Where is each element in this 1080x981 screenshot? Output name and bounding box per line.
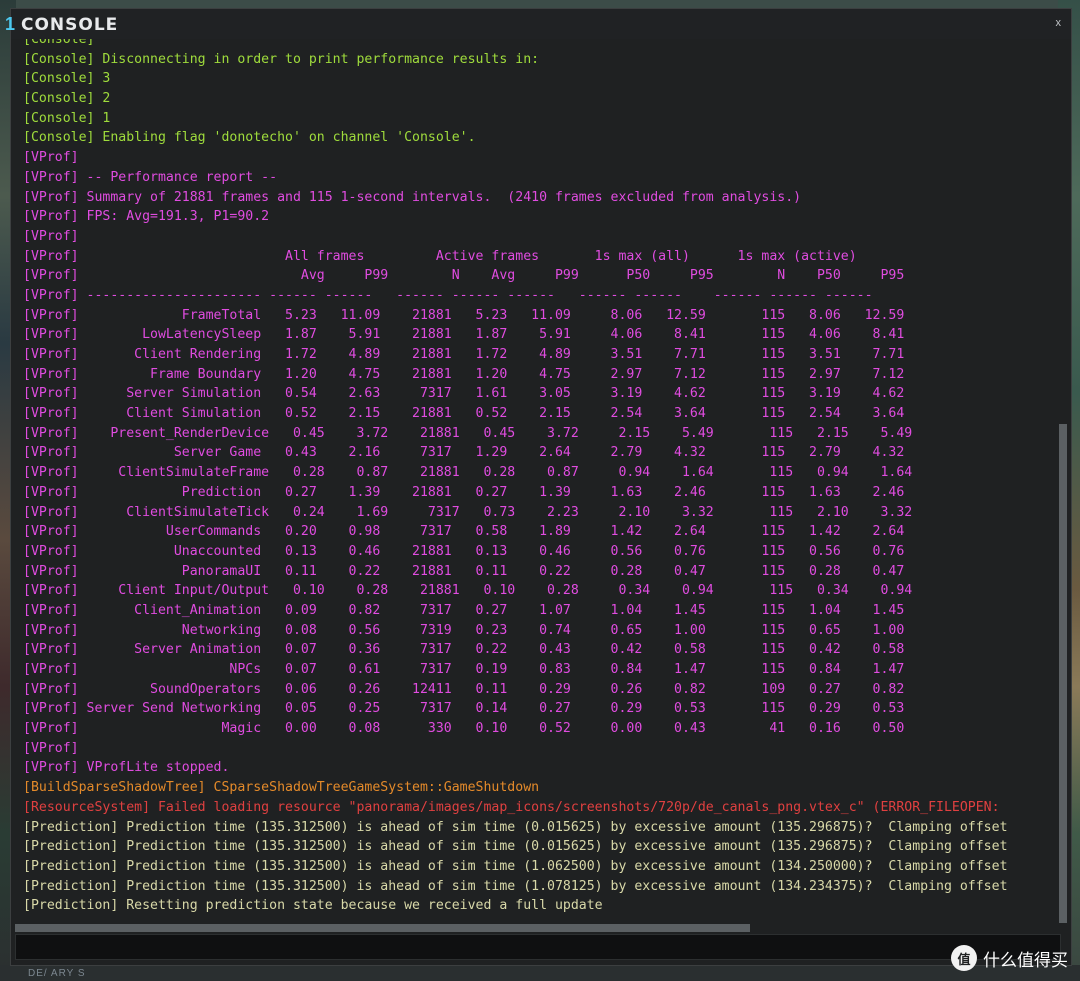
log-line-vprof: [VProf] <box>23 150 79 166</box>
log-line-vprof: [VProf] Avg P99 N Avg P99 P50 P95 N P50 … <box>23 268 905 284</box>
log-line-vprof: [VProf] All frames Active frames 1s max … <box>23 248 857 264</box>
log-line-vprof: [VProf] UserCommands 0.20 0.98 7317 0.58… <box>23 524 905 540</box>
console-log[interactable]: [Console] [Console] Disconnecting in orde… <box>23 39 1057 923</box>
console-titlebar[interactable]: 1 CONSOLE x <box>5 9 1071 39</box>
console-title: CONSOLE <box>21 15 119 35</box>
log-line-vprof: [VProf] <box>23 228 79 244</box>
log-line-vprof: [VProf] Client Simulation 0.52 2.15 2188… <box>23 406 905 422</box>
log-line-pred: [Prediction] Prediction time (135.312500… <box>23 878 1008 894</box>
log-line-build: [BuildSparseShadowTree] CSparseShadowTre… <box>23 780 540 796</box>
log-line-vprof: [VProf] Server Simulation 0.54 2.63 7317… <box>23 386 905 402</box>
log-line-vprof: [VProf] Client_Animation 0.09 0.82 7317 … <box>23 602 905 618</box>
log-line-vprof: [VProf] ClientSimulateFrame 0.28 0.87 21… <box>23 465 913 481</box>
log-line-vprof: [VProf] VProfLite stopped. <box>23 760 230 776</box>
watermark-text: 什么值得买 <box>983 950 1068 971</box>
log-line-vprof: [VProf] Client Input/Output 0.10 0.28 21… <box>23 583 913 599</box>
log-line-vprof: [VProf] FrameTotal 5.23 11.09 21881 5.23… <box>23 307 905 323</box>
log-line-vprof: [VProf] ---------------------- ------ --… <box>23 287 873 303</box>
log-line-vprof: [VProf] Prediction 0.27 1.39 21881 0.27 … <box>23 484 905 500</box>
horizontal-scrollbar[interactable] <box>15 924 1061 932</box>
log-line-console: [Console] <box>23 39 95 47</box>
console-window: 1 CONSOLE x [Console] [Console] Disconnec… <box>5 8 1072 966</box>
log-line-vprof: [VProf] NPCs 0.07 0.61 7317 0.19 0.83 0.… <box>23 662 905 677</box>
log-line-vprof: [VProf] Client Rendering 1.72 4.89 21881… <box>23 347 905 362</box>
watermark: 值 什么值得买 <box>951 945 1068 971</box>
log-line-vprof: [VProf] Unaccounted 0.13 0.46 21881 0.13… <box>23 543 905 559</box>
log-line-vprof: [VProf] Server Animation 0.07 0.36 7317 … <box>23 642 905 658</box>
log-line-pred: [Prediction] Resetting prediction state … <box>23 898 603 914</box>
log-line-vprof: [VProf] LowLatencySleep 1.87 5.91 21881 … <box>23 327 905 343</box>
horizontal-scrollbar-thumb[interactable] <box>15 924 750 932</box>
background-bottom-text: DE/ ARY S <box>28 968 86 979</box>
log-line-vprof: [VProf] Server Game 0.43 2.16 7317 1.29 … <box>23 445 905 461</box>
log-line-vprof: [VProf] ClientSimulateTick 0.24 1.69 731… <box>23 504 913 520</box>
log-line-vprof: [VProf] Server Send Networking 0.05 0.25… <box>23 701 905 717</box>
log-line-vprof: [VProf] Frame Boundary 1.20 4.75 21881 1… <box>23 366 905 382</box>
log-line-console: [Console] 2 <box>23 91 111 107</box>
log-line-vprof: [VProf] -- Performance report -- <box>23 169 278 185</box>
close-icon[interactable]: x <box>1056 17 1062 29</box>
log-line-vprof: [VProf] FPS: Avg=191.3, P1=90.2 <box>23 209 270 225</box>
log-line-vprof: [VProf] SoundOperators 0.06 0.26 12411 0… <box>23 681 905 697</box>
log-line-console: [Console] 1 <box>23 110 111 126</box>
log-line-vprof: [VProf] Magic 0.00 0.08 330 0.10 0.52 0.… <box>23 721 905 737</box>
watermark-logo-icon: 值 <box>951 945 977 971</box>
log-line-console: [Console] Disconnecting in order to prin… <box>23 51 540 67</box>
title-badge: 1 <box>5 14 16 34</box>
log-line-vprof: [VProf] Present_RenderDevice 0.45 3.72 2… <box>23 425 913 441</box>
vertical-scrollbar[interactable] <box>1059 39 1067 923</box>
log-line-vprof: [VProf] Summary of 21881 frames and 115 … <box>23 189 802 205</box>
console-input[interactable] <box>16 935 1060 959</box>
log-line-console: [Console] Enabling flag 'donotecho' on c… <box>23 130 476 146</box>
log-line-vprof: [VProf] <box>23 740 79 756</box>
log-line-pred: [Prediction] Prediction time (135.312500… <box>23 858 1008 874</box>
console-input-row[interactable] <box>15 934 1061 960</box>
log-line-vprof: [VProf] PanoramaUI 0.11 0.22 21881 0.11 … <box>23 563 905 579</box>
log-line-error: [ResourceSystem] Failed loading resource… <box>23 799 1000 815</box>
log-line-pred: [Prediction] Prediction time (135.312500… <box>23 819 1008 835</box>
log-line-vprof: [VProf] Networking 0.08 0.56 7319 0.23 0… <box>23 622 905 638</box>
vertical-scrollbar-thumb[interactable] <box>1059 424 1067 923</box>
log-line-pred: [Prediction] Prediction time (135.312500… <box>23 839 1008 855</box>
log-line-console: [Console] 3 <box>23 71 111 87</box>
background-bottom-strip: DE/ ARY S <box>0 965 1080 981</box>
